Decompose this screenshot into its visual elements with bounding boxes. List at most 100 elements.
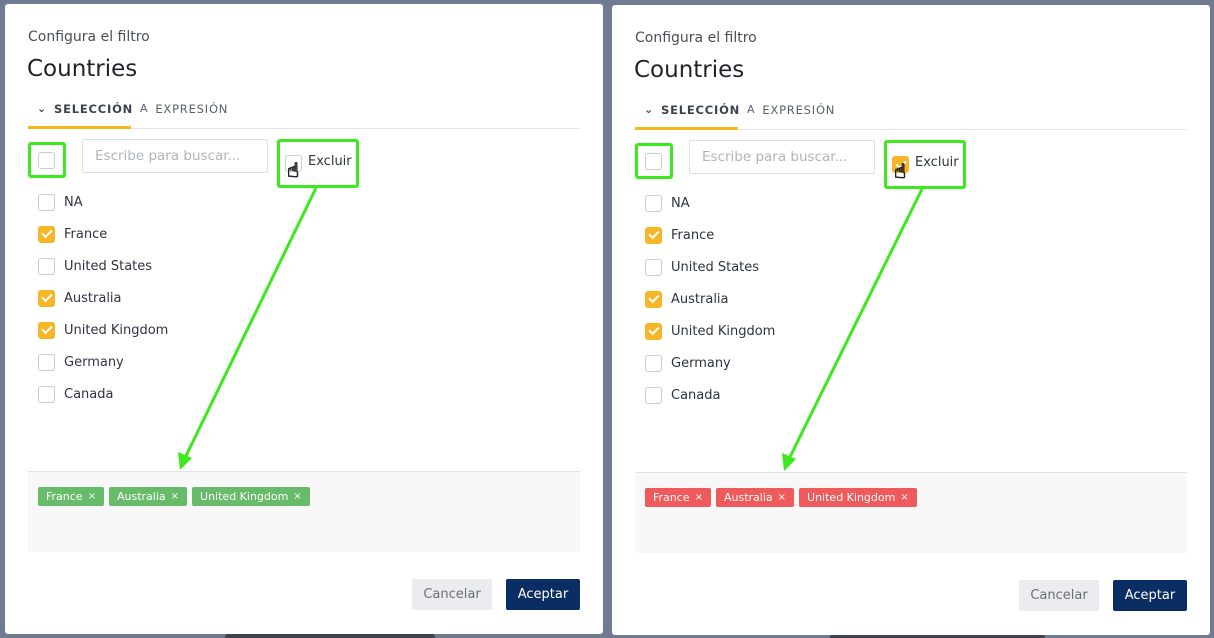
list-item[interactable]: NA [38, 186, 168, 218]
item-label: NA [64, 194, 83, 210]
remove-chip-icon[interactable]: × [900, 492, 908, 503]
dialog-title: Countries [634, 57, 745, 83]
item-checkbox[interactable] [645, 290, 662, 308]
dialog-subtitle: Configura el filtro [28, 29, 150, 45]
chip-label: France [46, 490, 83, 503]
tab-label: EXPRESIÓN [762, 103, 836, 117]
arrow-head [782, 453, 796, 471]
arrow-head [178, 452, 192, 470]
list-item[interactable]: Germany [38, 346, 168, 378]
item-checkbox[interactable] [38, 225, 55, 243]
item-label: Germany [64, 354, 124, 370]
tab-label: SELECCIÓN [54, 102, 134, 116]
item-label: NA [671, 195, 690, 211]
list-item[interactable]: United Kingdom [645, 315, 775, 347]
item-checkbox[interactable] [38, 385, 55, 403]
exclude-label[interactable]: Excluir [308, 154, 352, 169]
select-all-highlight [635, 143, 673, 179]
filter-dialog-right: Configura el filtro Countries ⌄ SELECCIÓN A E… [612, 5, 1210, 635]
list-item[interactable]: Australia [38, 282, 168, 314]
item-label: France [64, 226, 108, 242]
list-item[interactable]: Germany [645, 347, 775, 379]
search-input[interactable] [689, 140, 875, 174]
arrow-line [182, 187, 318, 461]
cancel-button[interactable]: Cancelar [1019, 580, 1099, 611]
item-label: Australia [64, 290, 122, 306]
remove-chip-icon[interactable]: × [695, 492, 703, 503]
accept-button[interactable]: Aceptar [506, 579, 580, 610]
item-label: United Kingdom [64, 322, 169, 338]
exclude-label[interactable]: Excluir [915, 155, 959, 170]
chip: United Kingdom × [799, 488, 917, 507]
chip-label: United Kingdom [807, 491, 896, 504]
tab-bar: ⌄ SELECCIÓN A EXPRESIÓN [635, 100, 1187, 130]
remove-chip-icon[interactable]: × [778, 492, 786, 503]
country-list: NA France United States Australia United Kin… [645, 187, 775, 411]
list-item[interactable]: NA [645, 187, 775, 219]
hand-cursor-icon: ☝ [893, 159, 907, 184]
select-all-checkbox[interactable] [645, 153, 662, 170]
list-item[interactable]: France [645, 219, 775, 251]
exclude-highlight: Excluir ☝ [277, 139, 359, 188]
chevron-down-icon: ⌄ [37, 102, 48, 115]
chip: France × [645, 488, 711, 507]
list-item[interactable]: Australia [645, 283, 775, 315]
item-checkbox[interactable] [645, 322, 662, 340]
item-label: Germany [671, 355, 731, 371]
tab-label: SELECCIÓN [661, 103, 741, 117]
chevron-down-icon: ⌄ [644, 103, 655, 116]
filter-dialog-left: Configura el filtro Countries ⌄ SELECCIÓN A E… [5, 4, 603, 634]
selected-chips: France × Australia × United Kingdom × [635, 472, 1187, 553]
list-item[interactable]: France [38, 218, 168, 250]
item-checkbox[interactable] [645, 226, 662, 244]
item-checkbox[interactable] [38, 321, 55, 339]
tab-expresion[interactable]: A EXPRESIÓN [140, 102, 228, 129]
text-a-icon: A [140, 102, 149, 115]
list-item[interactable]: Canada [38, 378, 168, 410]
chip-label: France [653, 491, 690, 504]
chip: France × [38, 487, 104, 506]
tab-label: EXPRESIÓN [155, 102, 229, 116]
item-checkbox[interactable] [645, 354, 662, 372]
item-label: United States [671, 259, 760, 275]
chip-label: United Kingdom [200, 490, 289, 503]
chip: Australia × [108, 487, 188, 506]
item-label: Australia [671, 291, 729, 307]
tab-seleccion[interactable]: ⌄ SELECCIÓN [28, 102, 134, 129]
exclude-highlight: Excluir ☝ [884, 140, 966, 189]
item-checkbox[interactable] [645, 258, 662, 276]
cancel-button[interactable]: Cancelar [412, 579, 492, 610]
arrow-line [786, 188, 924, 462]
remove-chip-icon[interactable]: × [293, 491, 301, 502]
select-all-highlight [28, 142, 66, 178]
accept-button[interactable]: Aceptar [1113, 580, 1187, 611]
dialog-subtitle: Configura el filtro [635, 30, 757, 46]
list-item[interactable]: United States [645, 251, 775, 283]
item-checkbox[interactable] [38, 289, 55, 307]
item-checkbox[interactable] [38, 193, 55, 211]
country-list: NA France United States Australia United Kin… [38, 186, 168, 410]
item-checkbox[interactable] [645, 386, 662, 404]
item-label: United States [64, 258, 153, 274]
item-checkbox[interactable] [645, 194, 662, 212]
hand-cursor-icon: ☝ [286, 158, 300, 183]
chip-label: Australia [116, 490, 166, 503]
item-label: Canada [64, 386, 114, 402]
chip: Australia × [715, 488, 795, 507]
item-checkbox[interactable] [38, 257, 55, 275]
search-input[interactable] [82, 139, 268, 173]
list-item[interactable]: United States [38, 250, 168, 282]
tab-bar: ⌄ SELECCIÓN A EXPRESIÓN [28, 99, 580, 129]
item-checkbox[interactable] [38, 353, 55, 371]
select-all-checkbox[interactable] [38, 152, 55, 169]
item-label: United Kingdom [671, 323, 776, 339]
chip-label: Australia [723, 491, 773, 504]
tab-seleccion[interactable]: ⌄ SELECCIÓN [635, 103, 741, 130]
remove-chip-icon[interactable]: × [88, 491, 96, 502]
list-item[interactable]: United Kingdom [38, 314, 168, 346]
dialog-title: Countries [27, 56, 138, 82]
remove-chip-icon[interactable]: × [171, 491, 179, 502]
tab-expresion[interactable]: A EXPRESIÓN [747, 103, 835, 130]
item-label: France [671, 227, 715, 243]
list-item[interactable]: Canada [645, 379, 775, 411]
